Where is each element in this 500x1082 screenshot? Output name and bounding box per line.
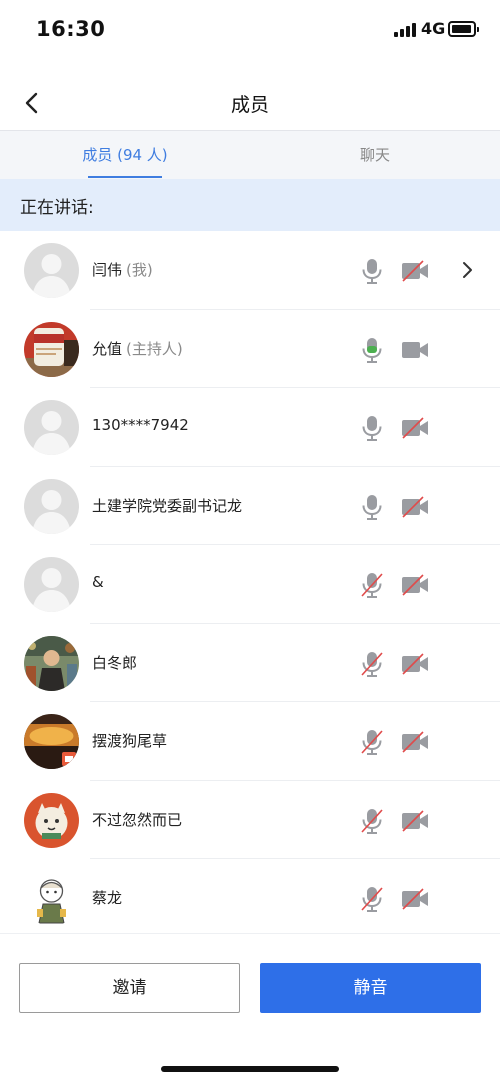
member-name: & — [92, 573, 104, 591]
chevron-right-icon[interactable] — [460, 261, 474, 279]
mic-disabled-icon[interactable] — [360, 572, 384, 598]
photo-avatar — [24, 871, 79, 926]
page-title: 成员 — [230, 94, 269, 116]
tab-bar: 成员 (94 人) 聊天 — [0, 131, 500, 179]
status-bar: 16:30 4G — [0, 0, 500, 62]
speaking-label: 正在讲话: — [20, 198, 94, 218]
member-row[interactable]: 闫伟 (我) — [0, 231, 500, 310]
member-row[interactable]: 土建学院党委副书记龙 — [0, 467, 500, 545]
member-role: (我) — [126, 261, 153, 279]
photo-avatar — [24, 321, 79, 377]
camera-off-icon[interactable] — [401, 809, 429, 832]
camera-off-icon[interactable] — [401, 417, 429, 439]
tab-members[interactable]: 成员 (94 人) — [0, 131, 250, 179]
member-name: 蔡龙 — [92, 889, 123, 907]
invite-button[interactable]: 邀请 — [19, 963, 240, 1013]
member-row[interactable]: 白冬郎 — [0, 624, 500, 702]
default-avatar-icon — [24, 243, 79, 298]
signal-icon — [394, 22, 416, 37]
member-name: 闫伟 (我) — [92, 261, 153, 279]
camera-off-icon[interactable] — [401, 888, 429, 910]
active-tab-indicator — [88, 176, 162, 178]
nav-bar: 成员 — [0, 76, 500, 131]
member-name: 白冬郎 — [92, 653, 138, 672]
mic-disabled-icon[interactable] — [360, 808, 384, 834]
member-row[interactable]: 不过忽然而已 — [0, 781, 500, 859]
member-row[interactable]: 摆渡狗尾草 — [0, 702, 500, 781]
photo-avatar — [24, 714, 79, 769]
mic-on-icon[interactable] — [360, 337, 384, 363]
member-row[interactable]: & — [0, 545, 500, 624]
speaking-banner: 正在讲话: — [0, 179, 500, 231]
photo-avatar — [24, 635, 79, 691]
camera-off-icon[interactable] — [401, 574, 429, 596]
member-row[interactable]: 130****7942 — [0, 388, 500, 467]
member-name: 摆渡狗尾草 — [92, 732, 168, 750]
mute-all-button[interactable]: 静音 — [260, 963, 481, 1013]
member-row[interactable]: 允值 (主持人) — [0, 310, 500, 388]
mic-disabled-icon[interactable] — [360, 651, 384, 677]
member-name: 允值 (主持人) — [92, 339, 183, 358]
member-row[interactable]: 蔡龙 — [0, 859, 500, 938]
tab-chat[interactable]: 聊天 — [250, 131, 500, 179]
member-name: 不过忽然而已 — [92, 810, 183, 829]
mic-icon[interactable] — [360, 415, 384, 441]
mic-disabled-icon[interactable] — [360, 729, 384, 755]
camera-off-icon[interactable] — [401, 495, 429, 518]
camera-off-icon[interactable] — [401, 652, 429, 675]
mic-icon[interactable] — [360, 258, 384, 284]
member-role: (主持人) — [126, 339, 183, 358]
mic-icon[interactable] — [360, 494, 384, 520]
mic-disabled-icon[interactable] — [360, 886, 384, 912]
photo-avatar — [24, 792, 79, 848]
camera-on-icon[interactable] — [401, 339, 429, 361]
bottom-action-bar: 邀请 静音 — [0, 933, 500, 1082]
default-avatar-icon — [24, 478, 79, 534]
member-name: 130****7942 — [92, 416, 189, 434]
default-avatar-icon — [24, 557, 79, 612]
status-time: 16:30 — [36, 17, 106, 41]
network-type: 4G — [421, 19, 446, 38]
default-avatar-icon — [24, 400, 79, 455]
battery-icon — [448, 21, 479, 37]
member-name: 土建学院党委副书记龙 — [92, 496, 243, 515]
camera-off-icon[interactable] — [401, 260, 429, 282]
home-indicator — [161, 1066, 339, 1072]
camera-off-icon[interactable] — [401, 731, 429, 753]
